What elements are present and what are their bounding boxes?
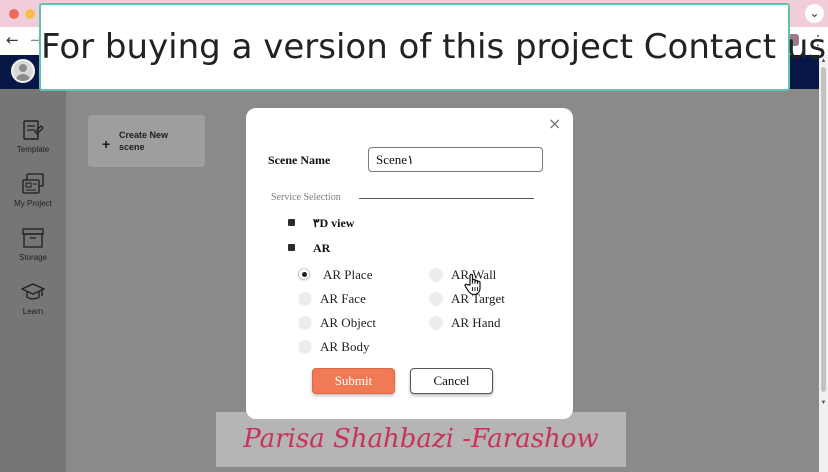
scroll-down-icon[interactable]: ▼ (819, 400, 828, 406)
new-scene-modal: × Scene Name Service Selection ٣D view A… (246, 108, 573, 419)
sidebar-item-label: Template (16, 145, 50, 154)
sidebar: Template My Project Storage Learn (0, 89, 66, 472)
promo-banner: For buying a version of this project Con… (39, 3, 827, 91)
sidebar-item-learn[interactable]: Learn (0, 280, 66, 316)
radio-label: AR Face (320, 291, 366, 306)
close-window-icon[interactable] (9, 9, 19, 19)
radio-icon[interactable] (430, 268, 442, 280)
service-selection-label: Service Selection (271, 192, 341, 203)
create-new-scene-label: Create New scene (119, 130, 169, 152)
sidebar-item-label: Learn (22, 307, 44, 316)
radio-selected-icon[interactable] (298, 268, 310, 280)
sidebar-item-my-project[interactable]: My Project (0, 172, 66, 208)
submit-button[interactable]: Submit (312, 368, 395, 394)
sidebar-item-label: My Project (14, 199, 52, 208)
chevron-down-icon[interactable]: ⌄ (805, 4, 824, 23)
radio-label: AR Hand (451, 315, 501, 330)
divider (359, 198, 534, 199)
radio-icon[interactable] (299, 292, 311, 304)
radio-icon[interactable] (430, 292, 442, 304)
create-new-scene-card[interactable]: + Create New scene (88, 115, 205, 167)
radio-icon[interactable] (299, 316, 311, 328)
banner-text: For buying a version of this project Con… (41, 27, 827, 67)
radio-label: AR Body (320, 339, 370, 354)
back-arrow-icon[interactable]: ← (6, 31, 19, 49)
radio-label: AR Object (320, 315, 376, 330)
watermark: Parisa Shahbazi -Farashow (216, 412, 626, 467)
checkbox-label: AR (313, 241, 331, 255)
hand-cursor-icon (464, 273, 481, 296)
cancel-button[interactable]: Cancel (410, 368, 493, 394)
storage-icon (22, 228, 44, 248)
radio-icon[interactable] (430, 316, 442, 328)
scrollbar-thumb[interactable] (821, 67, 826, 392)
plus-icon: + (102, 136, 111, 152)
radio-icon[interactable] (299, 340, 311, 352)
checkbox-icon[interactable] (288, 219, 295, 226)
sidebar-item-storage[interactable]: Storage (0, 226, 66, 262)
avatar[interactable] (11, 59, 35, 83)
close-icon[interactable]: × (548, 114, 561, 133)
scene-name-input[interactable] (368, 147, 543, 172)
scene-name-label: Scene Name (268, 153, 331, 167)
learn-icon (21, 283, 45, 300)
watermark-text: Parisa Shahbazi -Farashow (243, 424, 599, 454)
radio-label: AR Place (323, 267, 373, 282)
template-icon (23, 120, 44, 140)
sidebar-item-template[interactable]: Template (0, 118, 66, 154)
scrollbar[interactable]: ▲ ▼ (819, 55, 828, 472)
my-project-icon (22, 173, 44, 194)
checkbox-label: ٣D view (313, 216, 355, 230)
sidebar-item-label: Storage (18, 253, 48, 262)
checkbox-icon[interactable] (288, 244, 295, 251)
minimize-window-icon[interactable] (25, 9, 35, 19)
